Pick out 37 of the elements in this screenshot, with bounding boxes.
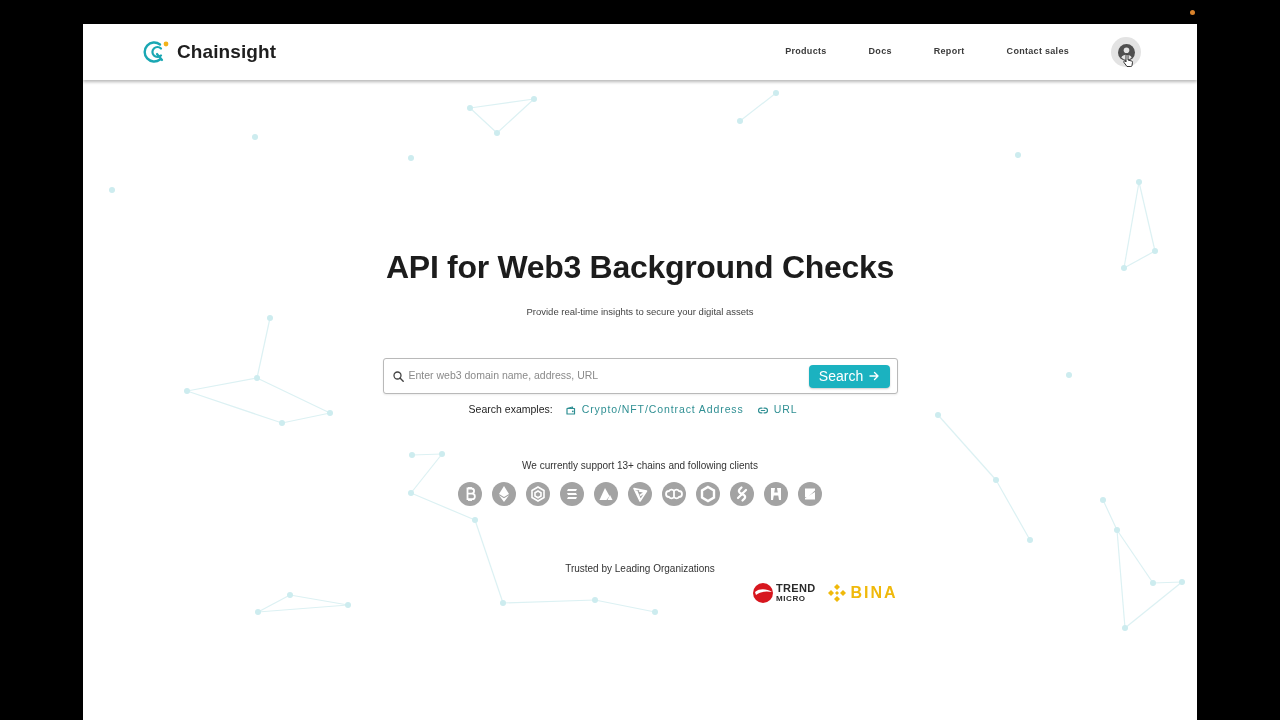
user-avatar-button[interactable] [1111,37,1141,67]
example-link[interactable]: Crypto/NFT/Contract Address [581,402,744,418]
chains-caption: We currently support 13+ chains and following clients [522,459,758,473]
chain-logo-icon [458,482,482,506]
logo-text: TREND [776,583,816,594]
nav-link[interactable]: Docs [868,45,892,59]
nav-link[interactable]: Contact sales [1006,45,1069,59]
chain-logo-icon [730,482,754,506]
hero-title: API for Web3 Background Checks [386,248,894,287]
chain-logo-icon [662,482,686,506]
chain-logo-icon [798,482,822,506]
swoosh-ball-icon [753,583,773,603]
chain-logo-icon [764,482,788,506]
logo-icon [143,40,170,64]
chain-logo-icon [594,482,618,506]
chain-logo-icon [492,482,516,506]
nav-link[interactable]: Report [933,45,965,59]
trusted-caption: Trusted by Leading Organizations [565,562,715,576]
logo-text: BINA [850,583,898,603]
indicator-dot-icon [1190,10,1195,15]
example-link[interactable]: URL [773,402,798,418]
arrow-right-icon [869,371,880,381]
chain-logo-icon [628,482,652,506]
chain-logo-icon [696,482,720,506]
wallet-icon [565,405,576,415]
hero-subtitle: Provide real-time insights to secure your digital assets [526,305,754,319]
chain-logo-icon [526,482,550,506]
nav-link[interactable]: Products [785,45,827,59]
hand-cursor-icon [1123,54,1133,67]
examples-label: Search examples: [468,402,553,418]
diamond-grid-icon [827,583,848,603]
search-icon [392,370,404,382]
chain-logo-icon [560,482,584,506]
logo-text: MICRO [776,594,806,603]
link-icon [757,406,768,414]
user-icon [1117,43,1135,61]
brand-name: Chainsight [177,39,277,64]
